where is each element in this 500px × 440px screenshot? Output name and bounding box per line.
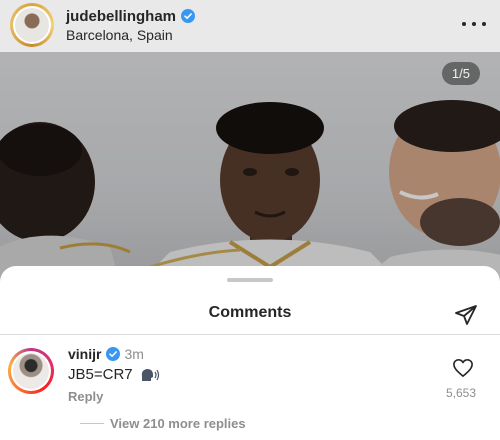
comment-header: vinijr 3m bbox=[68, 346, 144, 362]
more-dot bbox=[462, 22, 466, 26]
commenter-avatar-image bbox=[13, 353, 49, 389]
commenter-avatar-frame bbox=[11, 351, 51, 391]
verified-badge-icon bbox=[106, 347, 121, 361]
share-send-icon[interactable] bbox=[454, 303, 478, 327]
comment-time: 3m bbox=[124, 346, 144, 362]
view-replies-button[interactable]: View 210 more replies bbox=[80, 416, 246, 431]
author-info: judebellingham Barcelona, Spain bbox=[66, 8, 196, 43]
commenter-avatar[interactable] bbox=[8, 348, 54, 394]
commenter-username[interactable]: vinijr bbox=[68, 346, 101, 362]
reply-button[interactable]: Reply bbox=[68, 389, 103, 404]
like-count: 5,653 bbox=[445, 386, 477, 400]
sheet-drag-handle[interactable] bbox=[227, 278, 273, 282]
instagram-screen: judebellingham Barcelona, Spain 1/5 Comm… bbox=[0, 0, 500, 440]
sheet-title: Comments bbox=[208, 304, 292, 321]
comment-text: JB5=CR7 bbox=[68, 366, 133, 383]
comment-item: vinijr 3m JB5=CR7 Reply 5,653 bbox=[0, 344, 500, 414]
post-header: judebellingham Barcelona, Spain bbox=[0, 0, 500, 50]
author-username-row: judebellingham bbox=[66, 8, 196, 25]
verified-badge-icon bbox=[181, 9, 196, 23]
replies-line bbox=[80, 423, 104, 424]
speaking-head-icon bbox=[141, 368, 159, 381]
post-image[interactable]: 1/5 bbox=[0, 52, 500, 282]
more-dot bbox=[482, 22, 486, 26]
heart-icon[interactable] bbox=[452, 358, 474, 378]
author-username[interactable]: judebellingham bbox=[66, 8, 176, 25]
image-dim-overlay bbox=[0, 52, 500, 282]
more-options-icon[interactable] bbox=[462, 14, 486, 34]
author-avatar-image bbox=[15, 8, 49, 42]
more-dot bbox=[472, 22, 476, 26]
author-avatar[interactable] bbox=[10, 3, 54, 47]
sheet-divider bbox=[0, 334, 500, 335]
slide-counter: 1/5 bbox=[441, 62, 480, 85]
view-replies-label: View 210 more replies bbox=[110, 416, 246, 431]
post-location[interactable]: Barcelona, Spain bbox=[66, 27, 195, 43]
author-avatar-frame bbox=[13, 6, 51, 44]
comment-text-row: JB5=CR7 bbox=[68, 366, 161, 383]
comments-sheet: Comments vinijr 3m JB5=CR7 Reply 5,653 V… bbox=[0, 266, 500, 440]
